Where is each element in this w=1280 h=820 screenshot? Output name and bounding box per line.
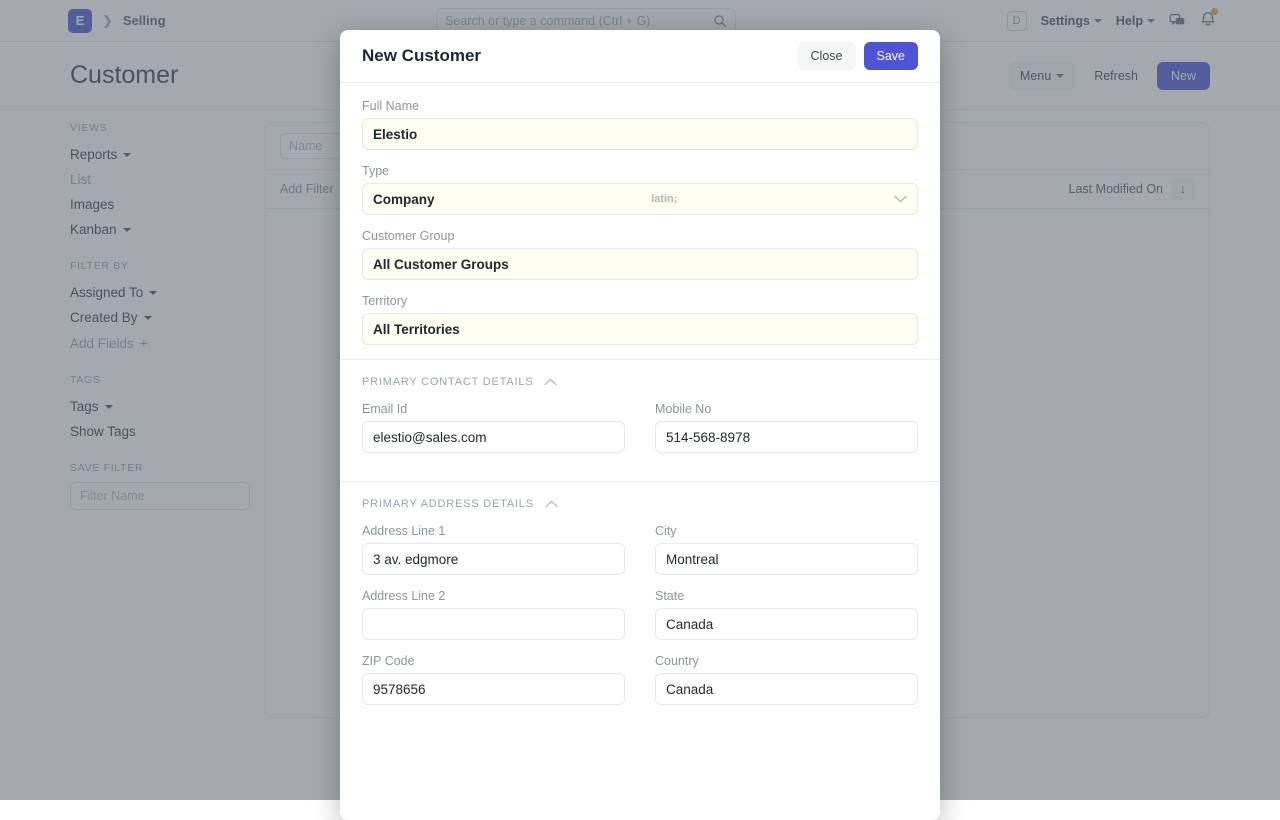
field-label: Territory — [362, 294, 918, 308]
field-address-line-1: Address Line 1 3 av. edgmore — [362, 524, 625, 575]
field-zip-code: ZIP Code 9578656 — [362, 654, 625, 705]
new-customer-dialog: New Customer Close Save Full Name Elesti… — [340, 30, 940, 820]
field-territory: Territory All Territories — [362, 294, 918, 345]
chevron-down-icon — [894, 195, 907, 203]
email-id-input[interactable]: elestio@sales.com — [362, 421, 625, 453]
full-name-input[interactable]: Elestio — [362, 118, 918, 150]
field-customer-group: Customer Group All Customer Groups — [362, 229, 918, 280]
dialog-title: New Customer — [362, 46, 481, 66]
dialog-header: New Customer Close Save — [340, 30, 940, 83]
field-label: Type — [362, 164, 918, 178]
field-mobile-no: Mobile No 514-568-8978 — [655, 402, 918, 467]
zip-code-input[interactable]: 9578656 — [362, 673, 625, 705]
field-address-line-2: Address Line 2 — [362, 589, 625, 640]
type-select[interactable]: Company latin; — [362, 183, 918, 215]
customer-group-input[interactable]: All Customer Groups — [362, 248, 918, 280]
dialog-body: Full Name Elestio Type Company latin; Cu… — [340, 83, 940, 820]
field-label: Country — [655, 654, 918, 668]
section-main-fields: Full Name Elestio Type Company latin; Cu… — [340, 83, 940, 359]
field-label: Full Name — [362, 99, 918, 113]
field-label: Email Id — [362, 402, 625, 416]
address-line-2-input[interactable] — [362, 608, 625, 640]
field-email-id: Email Id elestio@sales.com — [362, 402, 625, 453]
field-label: ZIP Code — [362, 654, 625, 668]
field-label: State — [655, 589, 918, 603]
save-button[interactable]: Save — [864, 42, 919, 70]
chevron-up-icon[interactable] — [544, 378, 557, 386]
section-primary-contact-details: PRIMARY CONTACT DETAILS Email Id elestio… — [340, 359, 940, 481]
address-line-1-input[interactable]: 3 av. edgmore — [362, 543, 625, 575]
chevron-down-icon: latin; — [651, 193, 677, 205]
field-city: City Montreal — [655, 524, 918, 575]
section-primary-address-details: PRIMARY ADDRESS DETAILS Address Line 1 3… — [340, 481, 940, 733]
section-title: PRIMARY CONTACT DETAILS — [362, 376, 533, 388]
chevron-up-icon[interactable] — [545, 500, 558, 508]
type-select-value: Company — [373, 192, 435, 207]
field-label: Address Line 2 — [362, 589, 625, 603]
section-title: PRIMARY ADDRESS DETAILS — [362, 498, 534, 510]
field-type: Type Company latin; — [362, 164, 918, 215]
field-label: Customer Group — [362, 229, 918, 243]
city-input[interactable]: Montreal — [655, 543, 918, 575]
section-header[interactable]: PRIMARY ADDRESS DETAILS — [362, 498, 918, 510]
field-full-name: Full Name Elestio — [362, 99, 918, 150]
field-label: Mobile No — [655, 402, 918, 416]
mobile-no-input[interactable]: 514-568-8978 — [655, 421, 918, 453]
territory-input[interactable]: All Territories — [362, 313, 918, 345]
contact-fields-grid: Email Id elestio@sales.com Mobile No 514… — [362, 402, 918, 467]
state-input[interactable]: Canada — [655, 608, 918, 640]
close-button[interactable]: Close — [798, 42, 856, 70]
field-country: Country Canada — [655, 654, 918, 719]
address-fields-grid: Address Line 1 3 av. edgmore City Montre… — [362, 524, 918, 719]
field-label: City — [655, 524, 918, 538]
field-label: Address Line 1 — [362, 524, 625, 538]
dialog-header-actions: Close Save — [798, 42, 918, 70]
field-state: State Canada — [655, 589, 918, 640]
section-header[interactable]: PRIMARY CONTACT DETAILS — [362, 376, 918, 388]
country-input[interactable]: Canada — [655, 673, 918, 705]
